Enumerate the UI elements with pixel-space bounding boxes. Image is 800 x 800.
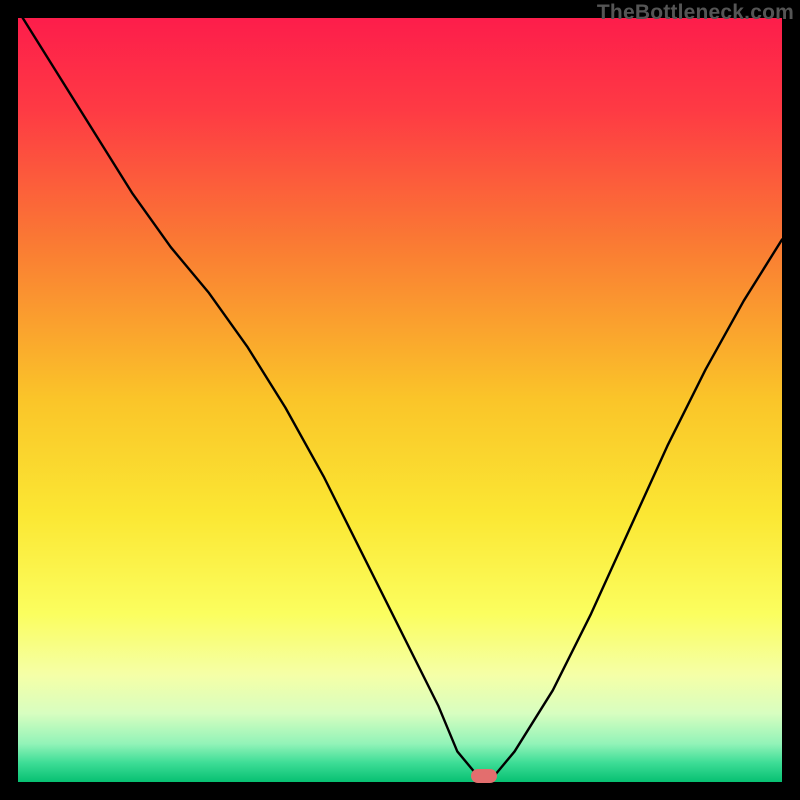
watermark-text: TheBottleneck.com [597, 1, 794, 25]
gradient-background [18, 18, 782, 782]
optimal-marker [471, 769, 497, 783]
chart-frame: TheBottleneck.com [0, 0, 800, 800]
plot-area [18, 18, 782, 782]
gradient-rect [18, 18, 782, 782]
